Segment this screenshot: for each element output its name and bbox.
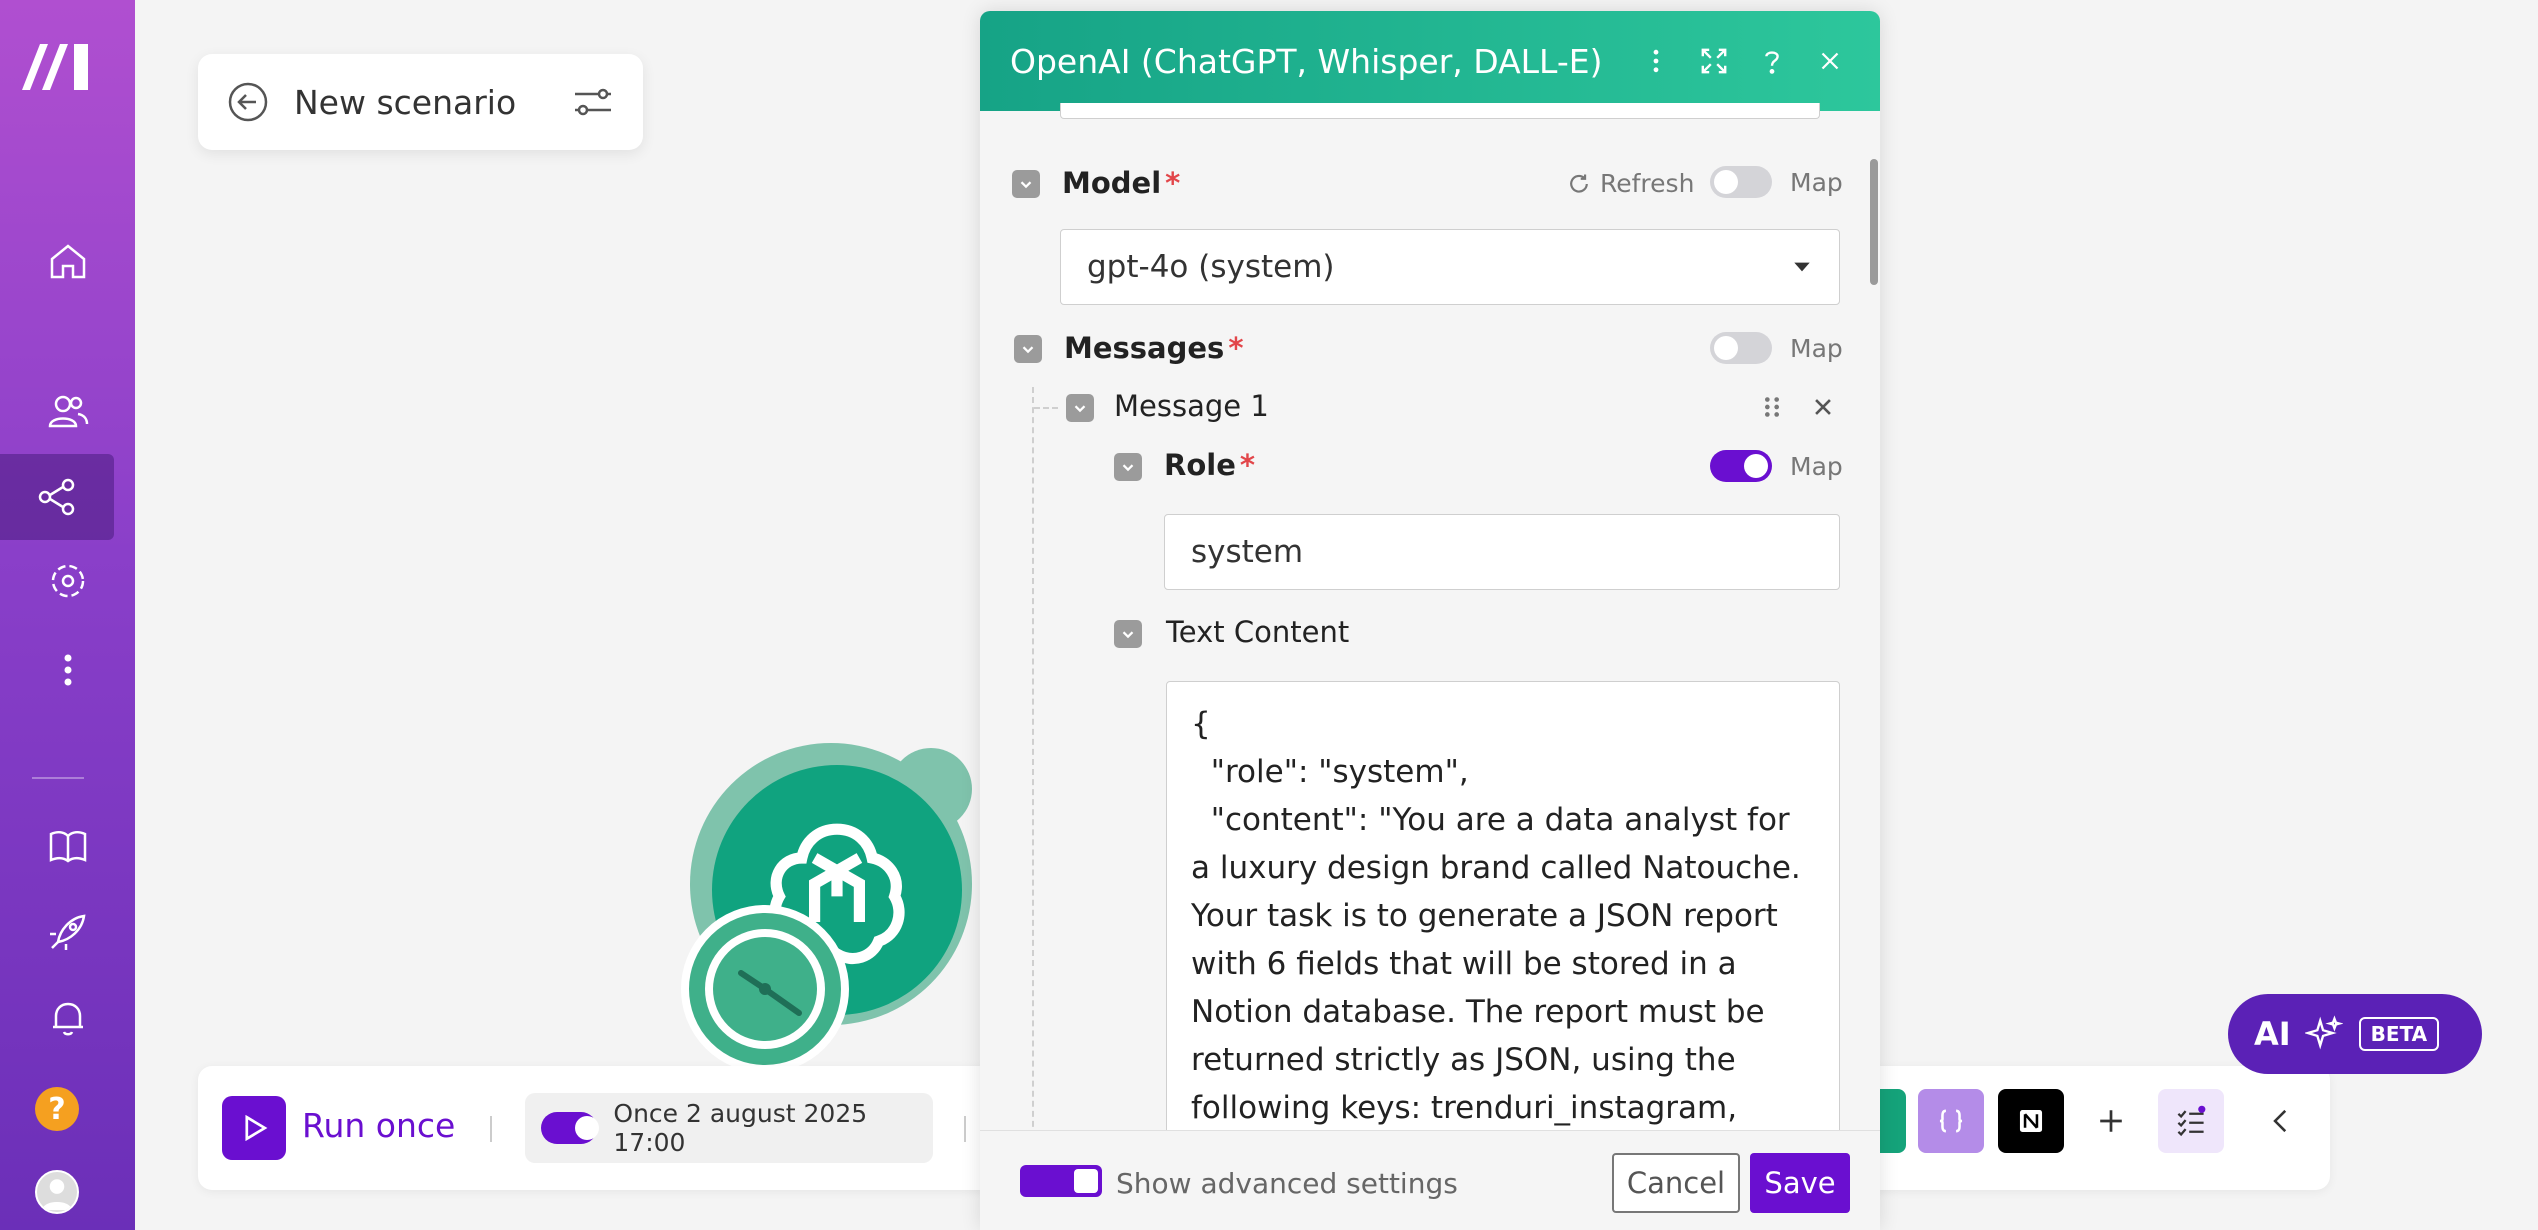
message-1-collapse-checkbox[interactable] <box>1066 394 1094 422</box>
messages-collapse-checkbox[interactable] <box>1014 335 1042 363</box>
toolbar-divider <box>964 1116 966 1142</box>
model-map-control[interactable]: Map <box>1710 166 1843 198</box>
share-icon[interactable] <box>0 454 114 540</box>
role-label: Role * <box>1164 448 1256 482</box>
scenario-header: New scenario <box>198 54 643 150</box>
messages-map-toggle[interactable] <box>1710 332 1772 364</box>
sidebar: ? <box>0 0 135 1230</box>
panel-title: OpenAI (ChatGPT, Whisper, DALL-E) <box>1010 41 1603 81</box>
avatar[interactable] <box>35 1170 79 1214</box>
model-collapse-checkbox[interactable] <box>1012 170 1040 198</box>
refresh-icon <box>1570 173 1588 193</box>
schedule-control[interactable]: Once 2 august 2025 17:00 <box>525 1093 933 1163</box>
messages-label: Messages * <box>1064 331 1244 365</box>
role-map-label: Map <box>1790 451 1843 481</box>
toolbar-divider <box>490 1116 492 1142</box>
tree-connector <box>1032 387 1034 1147</box>
panel-scrollbar[interactable] <box>1870 159 1878 285</box>
tree-connector <box>1034 407 1058 409</box>
run-once-button[interactable] <box>222 1096 286 1160</box>
add-module-button[interactable] <box>2078 1089 2144 1153</box>
schedule-toggle[interactable] <box>541 1112 599 1144</box>
model-map-label: Map <box>1790 167 1843 197</box>
role-map-control[interactable]: Map <box>1710 450 1843 482</box>
ai-label: AI <box>2254 1015 2291 1053</box>
scenario-title[interactable]: New scenario <box>294 83 571 122</box>
message-1-title: Message 1 <box>1114 389 1269 423</box>
drag-handle-icon[interactable] <box>1758 393 1786 425</box>
messages-map-control[interactable]: Map <box>1710 332 1843 364</box>
notion-tool-button[interactable] <box>1998 1089 2064 1153</box>
collapse-toolbar-button[interactable] <box>2248 1089 2314 1153</box>
previous-field-input[interactable] <box>1060 103 1820 119</box>
braces-icon <box>1939 1109 1963 1133</box>
json-tool-button[interactable] <box>1918 1089 1984 1153</box>
role-map-toggle[interactable] <box>1710 450 1772 482</box>
chevron-down-icon <box>1022 346 1034 354</box>
ai-assistant-button[interactable]: AI BETA <box>2228 994 2482 1074</box>
run-once-label[interactable]: Run once <box>302 1106 455 1145</box>
chevron-down-icon <box>1122 631 1134 639</box>
sparkle-icon <box>2304 1015 2343 1050</box>
book-icon[interactable] <box>0 803 135 889</box>
expand-icon[interactable] <box>1694 41 1734 81</box>
model-map-toggle[interactable] <box>1710 166 1772 198</box>
settings-sliders-icon[interactable] <box>571 80 615 124</box>
close-icon[interactable] <box>1810 41 1850 81</box>
tool-green-button[interactable] <box>1880 1089 1906 1153</box>
model-select-value: gpt-4o (system) <box>1087 249 1335 285</box>
chevron-down-icon <box>1122 464 1134 472</box>
help-icon[interactable]: ? <box>35 1087 79 1131</box>
home-icon[interactable] <box>0 218 135 304</box>
users-icon[interactable] <box>0 368 135 454</box>
refresh-button[interactable]: Refresh <box>1566 169 1694 198</box>
chevron-down-icon <box>1074 405 1086 413</box>
checklist-button[interactable] <box>2158 1089 2224 1153</box>
bell-icon[interactable] <box>0 975 135 1061</box>
text-content-textarea[interactable]: { "role": "system", "content": "You are … <box>1166 681 1840 1161</box>
advanced-settings-toggle[interactable] <box>1020 1165 1102 1197</box>
templates-icon[interactable] <box>0 538 135 624</box>
schedule-label[interactable]: Once 2 august 2025 17:00 <box>613 1099 917 1157</box>
role-collapse-checkbox[interactable] <box>1114 453 1142 481</box>
notion-icon <box>2019 1109 2043 1133</box>
chevron-left-icon <box>2273 1109 2287 1133</box>
plus-icon <box>2100 1110 2122 1132</box>
beta-badge: BETA <box>2358 1017 2440 1051</box>
panel-header: OpenAI (ChatGPT, Whisper, DALL-E) <box>980 11 1880 111</box>
text-content-label: Text Content <box>1166 615 1350 649</box>
model-label: Model * <box>1062 166 1181 200</box>
advanced-settings-label[interactable]: Show advanced settings <box>1116 1167 1458 1200</box>
make-logo[interactable] <box>18 38 98 96</box>
remove-message-icon[interactable] <box>1810 394 1836 424</box>
module-settings-panel: OpenAI (ChatGPT, Whisper, DALL-E) Model *… <box>980 11 1880 1230</box>
save-button[interactable]: Save <box>1750 1153 1850 1213</box>
cancel-button[interactable]: Cancel <box>1612 1153 1740 1213</box>
schedule-clock-icon[interactable] <box>681 905 849 1073</box>
help-icon[interactable] <box>1752 41 1792 81</box>
checklist-icon <box>2177 1105 2206 1137</box>
more-vertical-icon[interactable] <box>0 627 135 713</box>
model-select[interactable]: gpt-4o (system) <box>1060 229 1840 305</box>
more-vertical-icon[interactable] <box>1636 41 1676 81</box>
caret-down-icon <box>1794 262 1810 272</box>
play-icon <box>245 1114 268 1142</box>
messages-map-label: Map <box>1790 333 1843 363</box>
role-input[interactable]: system <box>1164 514 1840 590</box>
chevron-down-icon <box>1020 181 1032 189</box>
rocket-icon[interactable] <box>0 889 135 975</box>
panel-footer: Show advanced settings Cancel Save <box>980 1130 1880 1230</box>
panel-body: Model * Refresh Map gpt-4o (system) Messa… <box>980 103 1880 1161</box>
sidebar-divider <box>32 777 84 779</box>
back-arrow-icon[interactable] <box>226 80 270 124</box>
text-content-collapse-checkbox[interactable] <box>1114 620 1142 648</box>
